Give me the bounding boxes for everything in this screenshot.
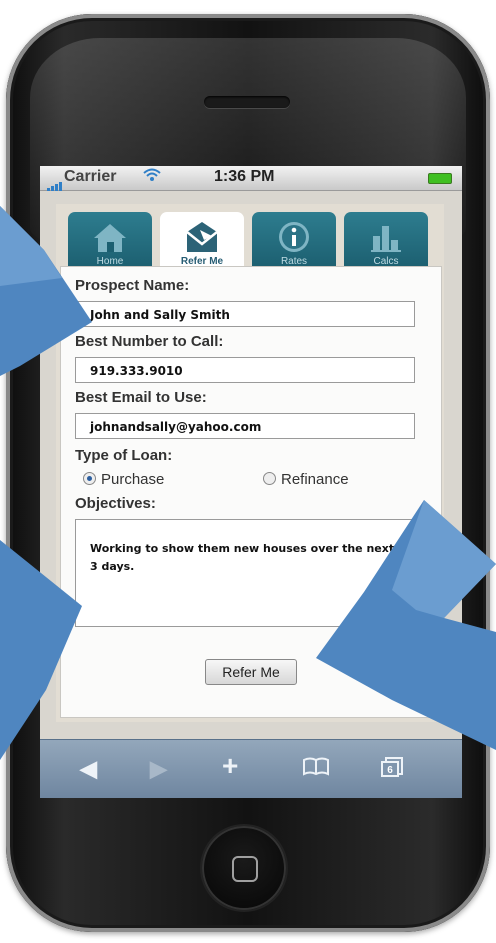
radio-refinance[interactable]: Refinance — [263, 471, 349, 488]
tab-rates[interactable]: Rates — [252, 212, 336, 268]
home-button-icon — [232, 856, 258, 882]
tab-bar: Home Refer Me Rates Calcs — [68, 212, 430, 272]
email-label: Best Email to Use: — [75, 389, 207, 406]
speaker-grille — [204, 96, 290, 108]
refer-me-button[interactable]: Refer Me — [205, 659, 297, 685]
email-field[interactable]: johnandsally@yahoo.com — [75, 413, 415, 439]
tab-refer-me[interactable]: Refer Me — [160, 212, 244, 272]
objectives-label: Objectives: — [75, 495, 156, 512]
pages-icon[interactable]: 6 — [380, 756, 406, 784]
arrow-lower-right — [316, 500, 496, 750]
carrier-label: Carrier — [64, 168, 117, 185]
tab-calcs[interactable]: Calcs — [344, 212, 428, 268]
forward-icon[interactable]: ▶ — [150, 756, 167, 782]
battery-icon — [428, 173, 452, 184]
signal-icon — [47, 173, 63, 191]
radio-selected-icon — [83, 472, 96, 485]
bar-chart-icon — [371, 226, 401, 252]
add-bookmark-icon[interactable]: + — [222, 750, 238, 782]
wifi-icon — [142, 167, 162, 188]
status-bar: Carrier 1:36 PM — [40, 166, 462, 191]
info-icon — [279, 222, 309, 252]
loan-type-label: Type of Loan: — [75, 447, 173, 464]
home-button[interactable] — [202, 826, 286, 910]
radio-purchase[interactable]: Purchase — [83, 471, 164, 488]
arrow-lower-left — [0, 540, 82, 760]
clock: 1:36 PM — [214, 168, 275, 185]
radio-unselected-icon — [263, 472, 276, 485]
envelope-icon — [186, 222, 218, 252]
prospect-name-field[interactable]: John and Sally Smith — [75, 301, 415, 327]
radio-refinance-label: Refinance — [281, 471, 349, 488]
phone-field[interactable]: 919.333.9010 — [75, 357, 415, 383]
pages-count: 6 — [387, 765, 393, 776]
radio-purchase-label: Purchase — [101, 471, 165, 488]
arrow-upper-left — [0, 206, 92, 376]
